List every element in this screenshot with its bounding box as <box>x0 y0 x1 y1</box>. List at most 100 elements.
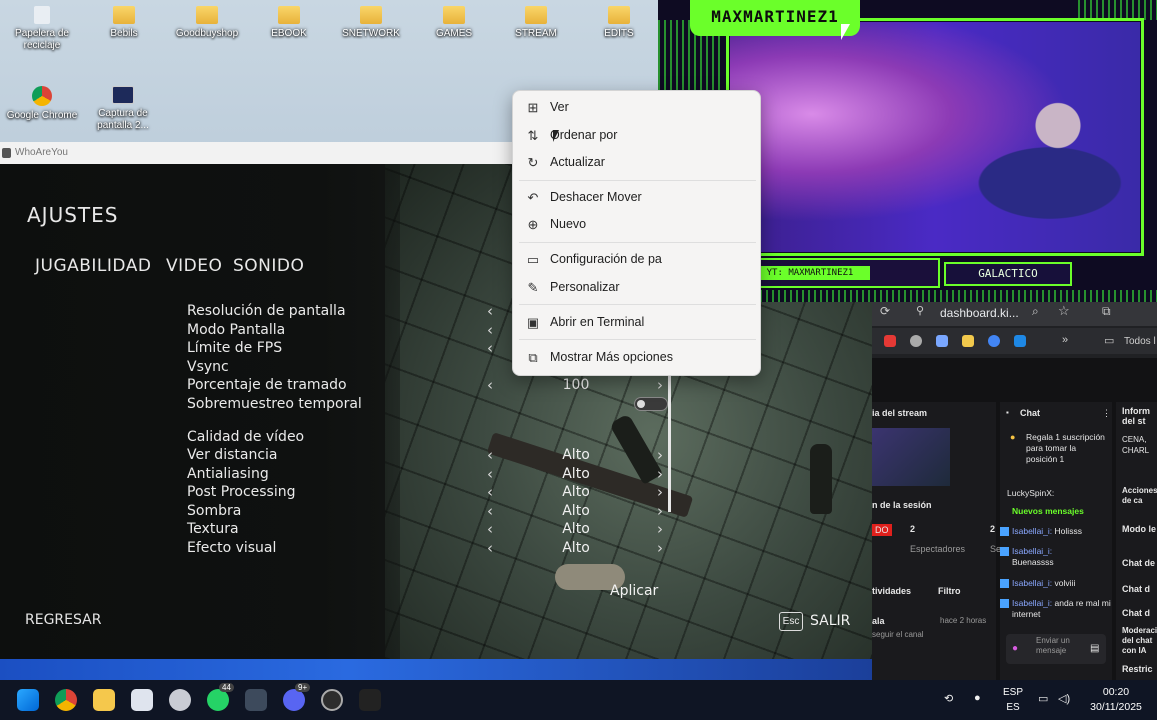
desktop-icon-ebook[interactable]: EBOOK <box>247 6 331 40</box>
url-text[interactable]: dashboard.ki... <box>940 306 1019 320</box>
tab-sound[interactable]: SONIDO <box>233 256 304 276</box>
chevron-left-icon[interactable]: ‹ <box>487 539 493 557</box>
side-item[interactable]: Modo le <box>1122 524 1156 534</box>
menu-item-display-settings[interactable]: ▭ Configuración de pa <box>513 247 762 273</box>
side-item[interactable]: Chat d <box>1122 608 1150 618</box>
meta-icon[interactable] <box>1014 335 1026 347</box>
chevron-right-icon[interactable]: › <box>657 520 663 538</box>
setting-vsync[interactable]: Vsync <box>187 359 229 375</box>
chrome-icon[interactable] <box>988 335 1000 347</box>
whatsapp-icon[interactable]: 44 <box>207 683 234 711</box>
desktop-icon-goodbuyshop[interactable]: Goodbuyshop <box>165 6 249 40</box>
app-icon[interactable] <box>131 689 153 711</box>
desktop-icon-games[interactable]: GAMES <box>412 6 496 40</box>
setting-resolution[interactable]: Resolución de pantalla <box>187 303 346 319</box>
volume-icon[interactable]: ◁) <box>1058 692 1070 705</box>
chevron-right-icon[interactable]: › <box>657 376 663 394</box>
side-item[interactable]: Chat de <box>1122 558 1155 568</box>
file-explorer-icon[interactable] <box>93 689 115 711</box>
gemini-icon[interactable] <box>936 335 948 347</box>
menu-item-open-terminal[interactable]: ▣ Abrir en Terminal <box>513 310 762 336</box>
reload-icon[interactable]: ⟳ <box>880 304 890 318</box>
back-button[interactable]: REGRESAR <box>25 612 101 628</box>
setting-texture[interactable]: Textura <box>187 521 239 537</box>
more-icon[interactable]: ⋮ <box>1102 408 1111 419</box>
desktop-icon-google-chrome[interactable]: Google Chrome <box>0 86 84 122</box>
desktop-icon-edits[interactable]: EDITS <box>577 6 661 40</box>
tab-video[interactable]: VIDEO <box>166 256 222 276</box>
chevron-left-icon[interactable]: ‹ <box>487 502 493 520</box>
chevron-double-right-icon[interactable]: » <box>1062 334 1068 346</box>
language-indicator[interactable]: ESP ES <box>1000 685 1026 715</box>
browser-window[interactable]: ⟳ ⚲ dashboard.ki... ⌕ ☆ ⧉ » ▭ Todos l ia… <box>872 298 1157 680</box>
side-item[interactable]: Restric <box>1122 664 1153 674</box>
address-bar[interactable]: ⟳ ⚲ dashboard.ki... ⌕ ☆ ⧉ <box>872 298 1157 326</box>
notes-icon[interactable] <box>962 335 974 347</box>
chevron-left-icon[interactable]: ‹ <box>487 339 493 357</box>
extensions-icon[interactable]: ⧉ <box>1102 304 1111 319</box>
all-bookmarks-link[interactable]: Todos l <box>1124 336 1156 347</box>
setting-post-processing[interactable]: Post Processing <box>187 484 296 500</box>
desktop-icon-recycle-bin[interactable]: Papelera de reciclaje <box>0 6 84 52</box>
youtube-icon[interactable] <box>884 335 896 347</box>
chevron-right-icon[interactable]: › <box>657 483 663 501</box>
menu-item-sort-by[interactable]: ⇅ Ordenar por <box>513 123 762 149</box>
shop-icon[interactable]: ▤ <box>1090 643 1099 654</box>
setting-shadow[interactable]: Sombra <box>187 503 241 519</box>
chat-input[interactable]: ● Enviar un mensaje ▤ <box>1006 634 1106 664</box>
menu-item-personalize[interactable]: ✎ Personalizar <box>513 275 762 301</box>
setting-antialiasing[interactable]: Antialiasing <box>187 466 269 482</box>
sync-icon[interactable]: ⟲ <box>944 692 953 705</box>
microphone-icon[interactable]: ● <box>974 692 981 704</box>
discord-icon[interactable]: 9+ <box>283 683 311 711</box>
chevron-right-icon[interactable]: › <box>657 465 663 483</box>
setting-display-mode[interactable]: Modo Pantalla <box>187 322 285 338</box>
chevron-right-icon[interactable]: › <box>657 502 663 520</box>
menu-item-view[interactable]: ⊞ Ver <box>513 95 762 121</box>
mic-icon[interactable]: ● <box>1012 643 1018 654</box>
menu-item-undo-move[interactable]: ↶ Deshacer Mover <box>513 185 762 211</box>
apply-button[interactable]: Aplicar <box>610 583 658 599</box>
chevron-left-icon[interactable]: ‹ <box>487 321 493 339</box>
exit-button[interactable]: SALIR <box>810 613 850 629</box>
setting-video-quality[interactable]: Calidad de vídeo <box>187 429 304 445</box>
setting-dither-percent[interactable]: Porcentaje de tramado <box>187 377 347 393</box>
setting-visual-effect[interactable]: Efecto visual <box>187 540 276 556</box>
chrome-icon[interactable] <box>55 689 77 711</box>
calculator-icon[interactable] <box>245 689 267 711</box>
side-item[interactable]: Chat d <box>1122 584 1150 594</box>
chevron-left-icon[interactable]: ‹ <box>487 302 493 320</box>
side-item[interactable]: Acciones de ca <box>1122 486 1157 506</box>
desktop-icon-bebils[interactable]: Bebils <box>82 6 166 40</box>
site-info-icon[interactable]: ⚲ <box>916 304 924 317</box>
menu-item-refresh[interactable]: ↻ Actualizar <box>513 150 762 176</box>
desktop-icon-stream[interactable]: STREAM <box>494 6 578 40</box>
network-icon[interactable]: ▭ <box>1038 692 1048 705</box>
temporal-upsampling-toggle[interactable] <box>634 397 668 411</box>
settings-scrollbar[interactable] <box>668 374 671 512</box>
chevron-right-icon[interactable]: › <box>657 539 663 557</box>
filter-button[interactable]: Filtro <box>938 586 961 596</box>
side-item[interactable]: Moderación del chat con IA <box>1122 626 1157 656</box>
chevron-left-icon[interactable]: ‹ <box>487 483 493 501</box>
desktop-icon-screenshot[interactable]: Captura de pantalla 2... <box>81 86 165 132</box>
steam-icon[interactable] <box>169 689 191 711</box>
openai-icon[interactable] <box>910 335 922 347</box>
chevron-right-icon[interactable]: › <box>657 446 663 464</box>
system-clock[interactable]: 00:20 30/11/2025 <box>1086 685 1146 715</box>
bookmark-star-icon[interactable]: ☆ <box>1058 303 1070 319</box>
obs-icon[interactable] <box>321 689 343 711</box>
desktop-icon-snetwork[interactable]: SNETWORK <box>329 6 413 40</box>
game-icon[interactable] <box>359 689 381 711</box>
zoom-icon[interactable]: ⌕ <box>1032 304 1039 319</box>
setting-temporal-upsampling[interactable]: Sobremuestreo temporal <box>187 396 362 412</box>
setting-fps-limit[interactable]: Límite de FPS <box>187 340 282 356</box>
menu-item-more-options[interactable]: ⧉ Mostrar Más opciones <box>513 345 762 371</box>
chevron-left-icon[interactable]: ‹ <box>487 520 493 538</box>
windows-start-icon[interactable] <box>17 689 39 711</box>
chevron-left-icon[interactable]: ‹ <box>487 376 493 394</box>
chevron-left-icon[interactable]: ‹ <box>487 465 493 483</box>
menu-item-new[interactable]: ⊕ Nuevo <box>513 212 762 238</box>
setting-view-distance[interactable]: Ver distancia <box>187 447 278 463</box>
chevron-left-icon[interactable]: ‹ <box>487 446 493 464</box>
